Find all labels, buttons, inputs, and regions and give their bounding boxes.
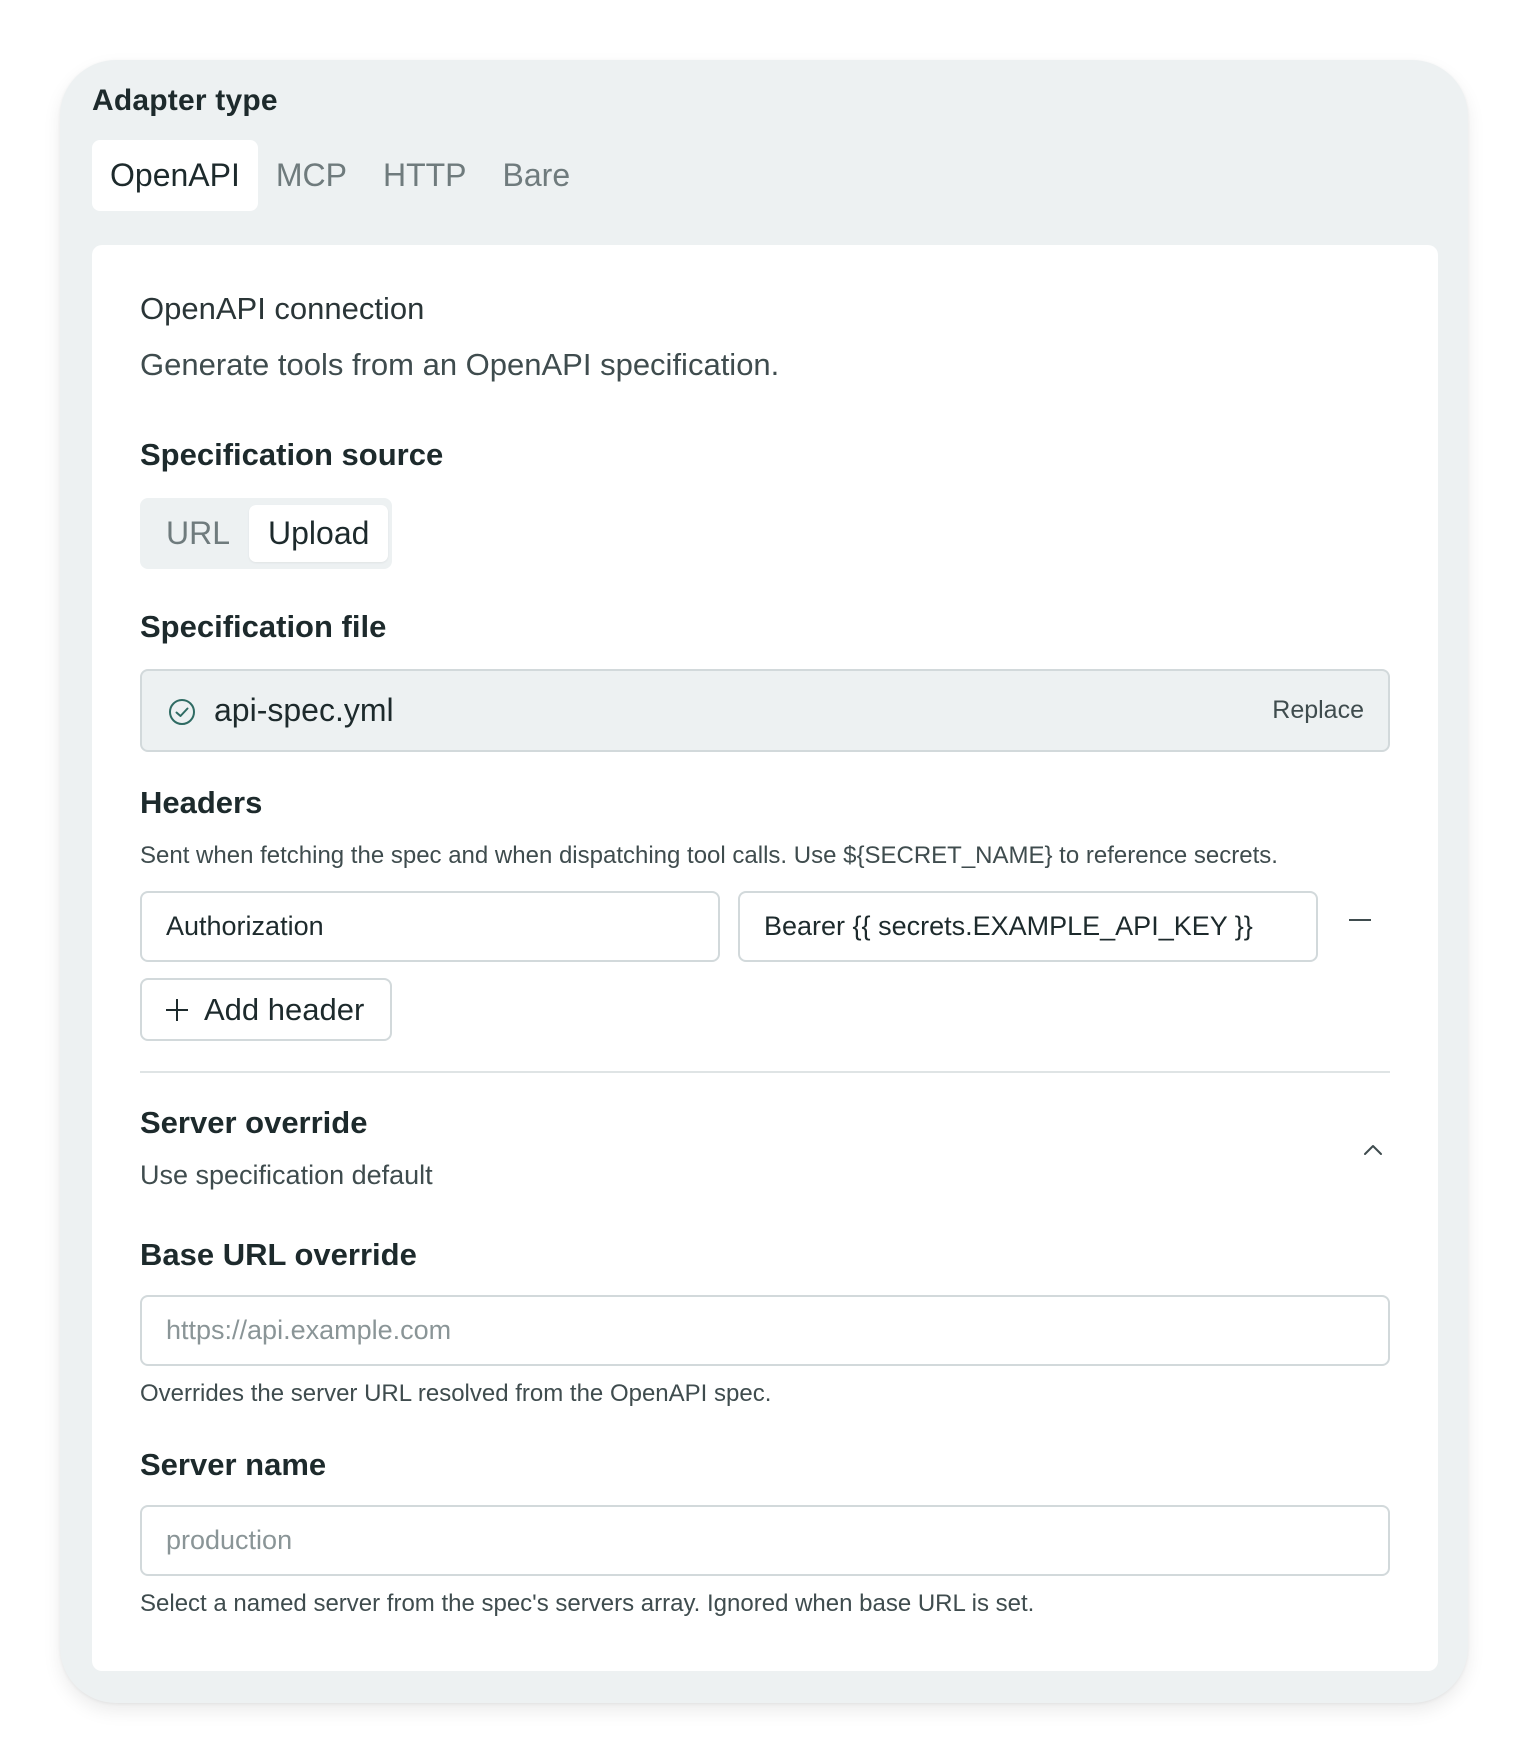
check-circle-icon bbox=[169, 699, 195, 725]
adapter-type-tabs: OpenAPI MCP HTTP Bare bbox=[92, 140, 588, 211]
tab-openapi[interactable]: OpenAPI bbox=[92, 140, 258, 211]
replace-button[interactable]: Replace bbox=[1272, 671, 1364, 750]
connection-description: Generate tools from an OpenAPI specifica… bbox=[140, 347, 780, 382]
server-override-subtitle: Use specification default bbox=[140, 1160, 433, 1190]
openapi-panel: OpenAPI connection Generate tools from a… bbox=[92, 245, 1438, 1671]
headers-help: Sent when fetching the spec and when dis… bbox=[140, 842, 1278, 869]
tab-bare[interactable]: Bare bbox=[485, 140, 589, 211]
spec-source-label: Specification source bbox=[140, 437, 444, 472]
spec-source-toggle: URL Upload bbox=[140, 498, 392, 569]
headers-label: Headers bbox=[140, 785, 263, 820]
section-divider bbox=[140, 1071, 1390, 1073]
connection-title: OpenAPI connection bbox=[140, 291, 425, 326]
add-header-button[interactable]: Add header bbox=[140, 978, 392, 1041]
server-name-help: Select a named server from the spec's se… bbox=[140, 1590, 1035, 1617]
server-override-title: Server override bbox=[140, 1105, 368, 1140]
tab-http[interactable]: HTTP bbox=[365, 140, 485, 211]
server-name-label: Server name bbox=[140, 1447, 327, 1482]
spec-source-url-option[interactable]: URL bbox=[147, 505, 249, 562]
adapter-card: Adapter type OpenAPI MCP HTTP Bare OpenA… bbox=[60, 60, 1468, 1703]
spec-source-upload-option[interactable]: Upload bbox=[249, 505, 389, 562]
base-url-label: Base URL override bbox=[140, 1237, 417, 1272]
header-name-input[interactable]: Authorization bbox=[140, 891, 720, 962]
add-header-label: Add header bbox=[204, 991, 365, 1027]
tab-mcp[interactable]: MCP bbox=[258, 140, 365, 211]
server-override-toggle[interactable]: Server override Use specification defaul… bbox=[140, 1105, 1390, 1215]
header-value-input[interactable]: Bearer {{ secrets.EXAMPLE_API_KEY }} bbox=[738, 891, 1318, 962]
base-url-input[interactable]: https://api.example.com bbox=[140, 1295, 1390, 1366]
adapter-type-label: Adapter type bbox=[92, 84, 278, 117]
spec-file-box: api-spec.yml Replace bbox=[140, 669, 1390, 752]
spec-file-name: api-spec.yml bbox=[214, 692, 394, 728]
remove-header-button[interactable] bbox=[1346, 905, 1376, 935]
base-url-help: Overrides the server URL resolved from t… bbox=[140, 1380, 772, 1407]
server-name-input[interactable]: production bbox=[140, 1505, 1390, 1576]
chevron-up-icon bbox=[1364, 1145, 1382, 1155]
spec-file-label: Specification file bbox=[140, 609, 387, 644]
plus-icon bbox=[166, 998, 188, 1021]
